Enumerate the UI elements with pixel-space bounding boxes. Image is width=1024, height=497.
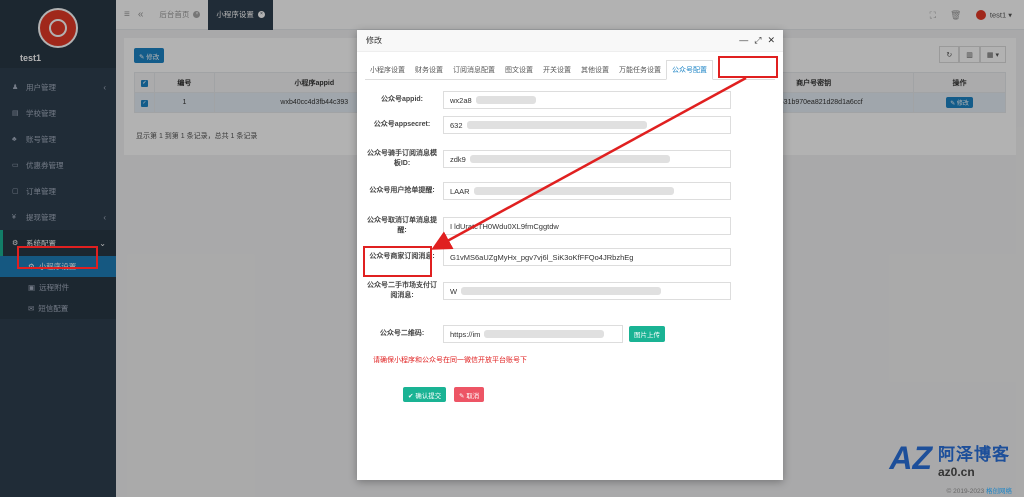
modal-tabs: 小程序设置 财务设置 订阅消息配置 图文设置 开关设置 其他设置 万能任务设置 … xyxy=(365,60,775,80)
tab-switches[interactable]: 开关设置 xyxy=(538,61,576,79)
watermark-logo: AZ xyxy=(889,440,932,476)
secondhand-pay-input[interactable]: W xyxy=(443,282,731,300)
qrcode-input[interactable]: https://im xyxy=(443,325,623,343)
field-cancel-order: 公众号取消订单消息提醒: I ldUratcTH0Wdu0XL9fmCggtdw xyxy=(367,216,743,236)
tab-other[interactable]: 其他设置 xyxy=(576,61,614,79)
rider-template-input[interactable]: zdk9 xyxy=(443,150,731,168)
appid-input[interactable]: wx2a8 xyxy=(443,91,731,109)
field-qrcode: 公众号二维码: https://im 图片上传 xyxy=(367,325,743,343)
watermark: AZ 阿泽博客 az0.cn xyxy=(889,440,1010,479)
cancel-button[interactable]: ✎ 取消 xyxy=(454,387,485,402)
close-icon[interactable]: ✕ xyxy=(767,35,775,46)
merchant-msg-input[interactable]: G1vMS6aUZgMyHx_pgv7vj6l_SiK3oKfFFQo4JRbz… xyxy=(443,248,731,266)
tab-image-text[interactable]: 图文设置 xyxy=(500,61,538,79)
field-grab-order: 公众号用户抢单提醒: LAAR xyxy=(367,182,743,200)
modal-controls: — ⤢ ✕ xyxy=(739,35,775,46)
watermark-url: az0.cn xyxy=(938,465,975,479)
highlight-box-sidebar xyxy=(17,246,98,269)
minimize-icon[interactable]: — xyxy=(739,35,748,46)
watermark-name: 阿泽博客 xyxy=(938,445,1010,464)
modal-title: 修改 xyxy=(366,36,382,45)
cancel-order-input[interactable]: I ldUratcTH0Wdu0XL9fmCggtdw xyxy=(443,217,731,235)
highlight-box-field xyxy=(363,246,432,277)
highlight-box-tab xyxy=(718,56,778,78)
copyright: © 2019-2023 格创网络 xyxy=(946,488,1013,495)
appsecret-input[interactable]: 632 xyxy=(443,116,731,134)
tab-finance[interactable]: 财务设置 xyxy=(410,61,448,79)
field-secondhand-pay: 公众号二手市场支付订阅消息: W xyxy=(367,281,743,301)
field-appsecret: 公众号appsecret: 632 xyxy=(367,116,743,134)
upload-image-button[interactable]: 图片上传 xyxy=(629,326,665,342)
copyright-brand[interactable]: 格创网络 xyxy=(986,488,1012,495)
submit-button[interactable]: ✔ 确认提交 xyxy=(403,387,447,402)
field-appid: 公众号appid: wx2a8 xyxy=(367,91,743,109)
grab-order-input[interactable]: LAAR xyxy=(443,182,731,200)
maximize-icon[interactable]: ⤢ xyxy=(754,35,761,46)
field-rider-template: 公众号骑手订阅消息模板ID: zdk9 xyxy=(367,149,743,169)
modal-header: 修改 xyxy=(357,30,783,52)
tab-miniapp[interactable]: 小程序设置 xyxy=(365,61,410,79)
warning-text: 请确保小程序和公众号在同一微信开放平台账号下 xyxy=(373,357,527,364)
tab-subscription[interactable]: 订阅消息配置 xyxy=(448,61,500,79)
tab-universal-task[interactable]: 万能任务设置 xyxy=(614,61,666,79)
tab-official-account[interactable]: 公众号配置 xyxy=(666,60,713,80)
